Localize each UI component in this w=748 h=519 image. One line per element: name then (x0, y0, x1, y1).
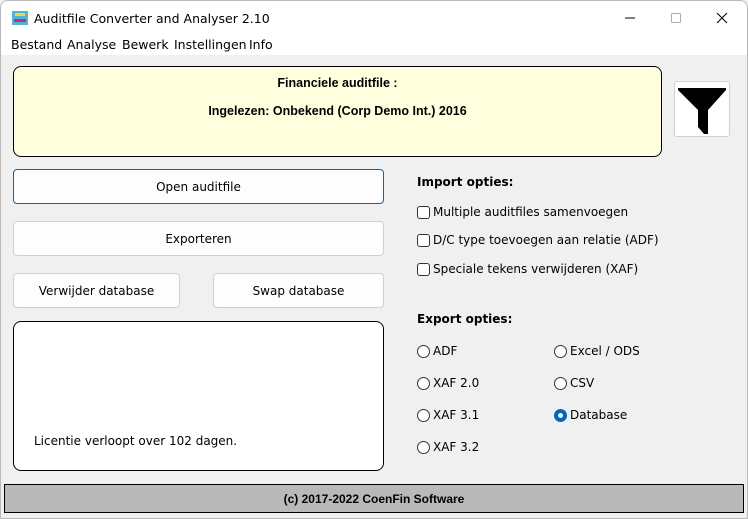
radio-button[interactable] (554, 344, 567, 358)
info-heading: Financiele auditfile : (277, 76, 398, 90)
checkbox-label: Multiple auditfiles samenvoegen (433, 205, 629, 219)
radio-label: XAF 3.1 (433, 408, 480, 422)
license-status: Licentie verloopt over 102 dagen. (34, 434, 238, 448)
footer-copyright: (c) 2017-2022 CoenFin Software (4, 484, 744, 513)
checkbox[interactable] (417, 262, 430, 276)
menu-bewerk[interactable]: Bewerk (122, 37, 169, 52)
radio-button[interactable] (417, 440, 430, 454)
loaded-file-info: Ingelezen: Onbekend (Corp Demo Int.) 201… (208, 104, 467, 118)
radio-label: ADF (433, 344, 458, 358)
radio-label: XAF 3.2 (433, 440, 480, 454)
swap-database-button[interactable]: Swap database (213, 273, 384, 308)
radio-button-selected[interactable] (554, 408, 567, 422)
license-panel: Licentie verloopt over 102 dagen. (13, 321, 384, 471)
radio-button[interactable] (417, 376, 430, 390)
radio-csv[interactable]: CSV (554, 376, 594, 390)
minimize-button[interactable] (607, 1, 653, 35)
auditfile-info-panel: Financiele auditfile : Ingelezen: Onbeke… (13, 66, 662, 157)
radio-button[interactable] (554, 376, 567, 390)
radio-excel-ods[interactable]: Excel / ODS (554, 344, 640, 358)
app-window: Auditfile Converter and Analyser 2.10 Be… (0, 0, 748, 519)
filter-icon (678, 88, 726, 134)
close-icon (716, 12, 728, 24)
open-auditfile-button[interactable]: Open auditfile (13, 169, 384, 204)
menu-bar: Bestand Analyse Bewerk Instellingen Info (1, 35, 747, 55)
radio-label: Database (570, 408, 628, 422)
app-logo-icon (12, 11, 28, 25)
radio-label: CSV (570, 376, 595, 390)
checkbox-dc-type[interactable]: D/C type toevoegen aan relatie (ADF) (417, 233, 659, 247)
export-button[interactable]: Exporteren (13, 221, 384, 256)
radio-adf[interactable]: ADF (417, 344, 457, 358)
checkbox-remove-special-chars[interactable]: Speciale tekens verwijderen (XAF) (417, 262, 638, 276)
window-title: Auditfile Converter and Analyser 2.10 (34, 11, 270, 26)
radio-xaf-2-0[interactable]: XAF 2.0 (417, 376, 479, 390)
checkbox-merge-auditfiles[interactable]: Multiple auditfiles samenvoegen (417, 205, 628, 219)
minimize-icon (625, 17, 635, 19)
menu-bestand[interactable]: Bestand (11, 37, 62, 52)
radio-label: XAF 2.0 (433, 376, 480, 390)
export-options-title: Export opties: (417, 312, 513, 326)
title-bar: Auditfile Converter and Analyser 2.10 (1, 1, 747, 35)
delete-database-button[interactable]: Verwijder database (13, 273, 180, 308)
radio-database[interactable]: Database (554, 408, 627, 422)
menu-analyse[interactable]: Analyse (67, 37, 116, 52)
radio-button[interactable] (417, 344, 430, 358)
checkbox-label: D/C type toevoegen aan relatie (ADF) (433, 233, 659, 247)
radio-button[interactable] (417, 408, 430, 422)
checkbox-label: Speciale tekens verwijderen (XAF) (433, 262, 639, 276)
checkbox[interactable] (417, 233, 430, 247)
checkbox[interactable] (417, 205, 430, 219)
radio-xaf-3-1[interactable]: XAF 3.1 (417, 408, 479, 422)
import-options-title: Import opties: (417, 175, 514, 189)
maximize-button[interactable] (653, 1, 699, 35)
menu-instellingen[interactable]: Instellingen (174, 37, 247, 52)
maximize-icon (671, 13, 681, 23)
filter-button[interactable] (674, 81, 730, 137)
close-button[interactable] (699, 1, 745, 35)
radio-label: Excel / ODS (570, 344, 640, 358)
menu-info[interactable]: Info (249, 37, 273, 52)
radio-xaf-3-2[interactable]: XAF 3.2 (417, 440, 479, 454)
